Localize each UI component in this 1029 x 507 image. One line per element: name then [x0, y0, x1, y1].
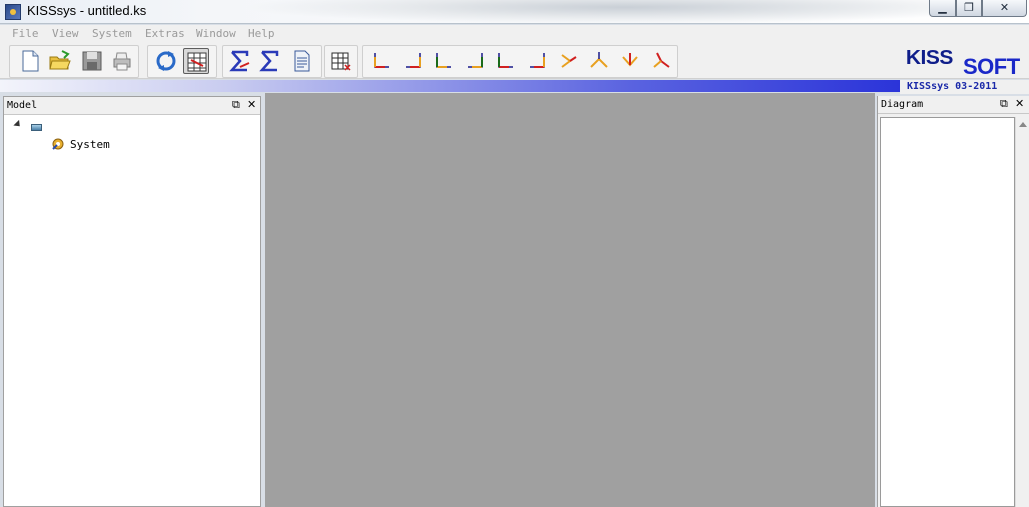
- sum-red-button[interactable]: [227, 48, 253, 74]
- print-button[interactable]: [109, 48, 135, 74]
- calc-table-button[interactable]: [183, 48, 209, 74]
- axis-view-icon: [468, 53, 483, 68]
- scroll-up-icon[interactable]: [1019, 122, 1027, 127]
- brand-band: [0, 80, 900, 92]
- table-view-icon: [331, 52, 351, 71]
- maximize-icon: ❐: [964, 1, 974, 14]
- maximize-button[interactable]: ❐: [956, 0, 982, 17]
- save-file-button[interactable]: [79, 48, 105, 74]
- model-panel-title: Model: [7, 100, 38, 111]
- menu-window[interactable]: Window: [196, 27, 236, 40]
- axis-view-icon: [561, 54, 577, 68]
- main-workspace[interactable]: [265, 93, 875, 507]
- kisssoft-logo: KISS SOFT: [900, 46, 1028, 80]
- diagram-scrollbar[interactable]: [1015, 117, 1029, 507]
- refresh-icon: [156, 51, 176, 71]
- report-document-icon: [294, 50, 310, 72]
- app-icon[interactable]: [5, 4, 21, 20]
- diagram-panel: Diagram ⧉ ✕: [877, 96, 1029, 507]
- menu-system[interactable]: System: [92, 27, 132, 40]
- menu-bar: File View System Extras Window Help: [0, 25, 1029, 43]
- model-panel-float-button[interactable]: ⧉: [232, 98, 240, 112]
- minimize-icon: ▁: [938, 1, 947, 14]
- title-bar[interactable]: KISSsys - untitled.ks ▁ ❐ ✕: [0, 0, 1029, 24]
- new-document-icon: [22, 50, 39, 72]
- diagram-panel-close-button[interactable]: ✕: [1015, 97, 1024, 110]
- diagram-panel-title: Diagram: [881, 99, 924, 110]
- view-iso2-button[interactable]: [586, 48, 612, 74]
- printer-icon: [113, 52, 131, 71]
- title-bar-background: [240, 0, 940, 24]
- view-iso3-button[interactable]: [617, 48, 643, 74]
- view-zx-button[interactable]: [431, 48, 457, 74]
- axis-view-icon: [406, 53, 421, 68]
- open-folder-icon: [49, 50, 71, 70]
- axis-view-icon: [498, 53, 513, 68]
- view-xy-button[interactable]: [369, 48, 395, 74]
- tree-item-system[interactable]: System: [70, 138, 110, 151]
- view-yz-button[interactable]: [493, 48, 519, 74]
- view-iso1-button[interactable]: [555, 48, 581, 74]
- system-gear-icon: [52, 138, 64, 150]
- menu-view[interactable]: View: [52, 27, 79, 40]
- axis-view-icon: [374, 53, 389, 68]
- version-label: KISSsys 03-2011: [907, 81, 998, 92]
- model-panel-close-button[interactable]: ✕: [247, 98, 256, 111]
- model-panel-header[interactable]: Model ⧉ ✕: [4, 97, 260, 115]
- tree-root-icon[interactable]: [31, 124, 42, 131]
- menu-extras[interactable]: Extras: [145, 27, 185, 40]
- diagram-panel-float-button[interactable]: ⧉: [1000, 97, 1008, 111]
- open-file-button[interactable]: [47, 48, 73, 74]
- sigma-blue-icon: [259, 50, 279, 72]
- save-disk-icon: [82, 51, 102, 71]
- view-zy-button[interactable]: [462, 48, 488, 74]
- sigma-red-icon: [229, 50, 250, 72]
- diagram-canvas[interactable]: [880, 117, 1015, 507]
- axis-view-icon: [653, 52, 670, 68]
- menu-help[interactable]: Help: [248, 27, 275, 40]
- tree-expand-arrow-icon[interactable]: [13, 119, 23, 130]
- model-panel: Model ⧉ ✕ System: [3, 96, 261, 507]
- diagram-panel-header[interactable]: Diagram ⧉ ✕: [878, 96, 1029, 114]
- axis-view-icon: [590, 52, 608, 68]
- logo-soft-text: SOFT: [963, 54, 1020, 79]
- axis-view-icon: [436, 53, 451, 68]
- report-button[interactable]: [289, 48, 315, 74]
- app-window: KISSsys - untitled.ks ▁ ❐ ✕ File View Sy…: [0, 0, 1029, 507]
- close-icon: ✕: [999, 1, 1010, 14]
- toolbar: [0, 43, 1029, 79]
- minimize-button[interactable]: ▁: [929, 0, 956, 17]
- close-button[interactable]: ✕: [982, 0, 1027, 17]
- table-calc-icon: [187, 52, 207, 72]
- view-iso4-button[interactable]: [648, 48, 674, 74]
- menu-file[interactable]: File: [12, 27, 39, 40]
- view-yx-button[interactable]: [400, 48, 426, 74]
- axis-view-icon: [622, 53, 638, 67]
- sum-blue-button[interactable]: [257, 48, 283, 74]
- table-view-button[interactable]: [328, 48, 354, 74]
- logo-kiss-text: KISS: [905, 47, 953, 69]
- axis-view-icon: [530, 53, 545, 68]
- refresh-button[interactable]: [153, 48, 179, 74]
- new-file-button[interactable]: [17, 48, 43, 74]
- window-title: KISSsys - untitled.ks: [27, 3, 147, 18]
- view-xz-button[interactable]: [524, 48, 550, 74]
